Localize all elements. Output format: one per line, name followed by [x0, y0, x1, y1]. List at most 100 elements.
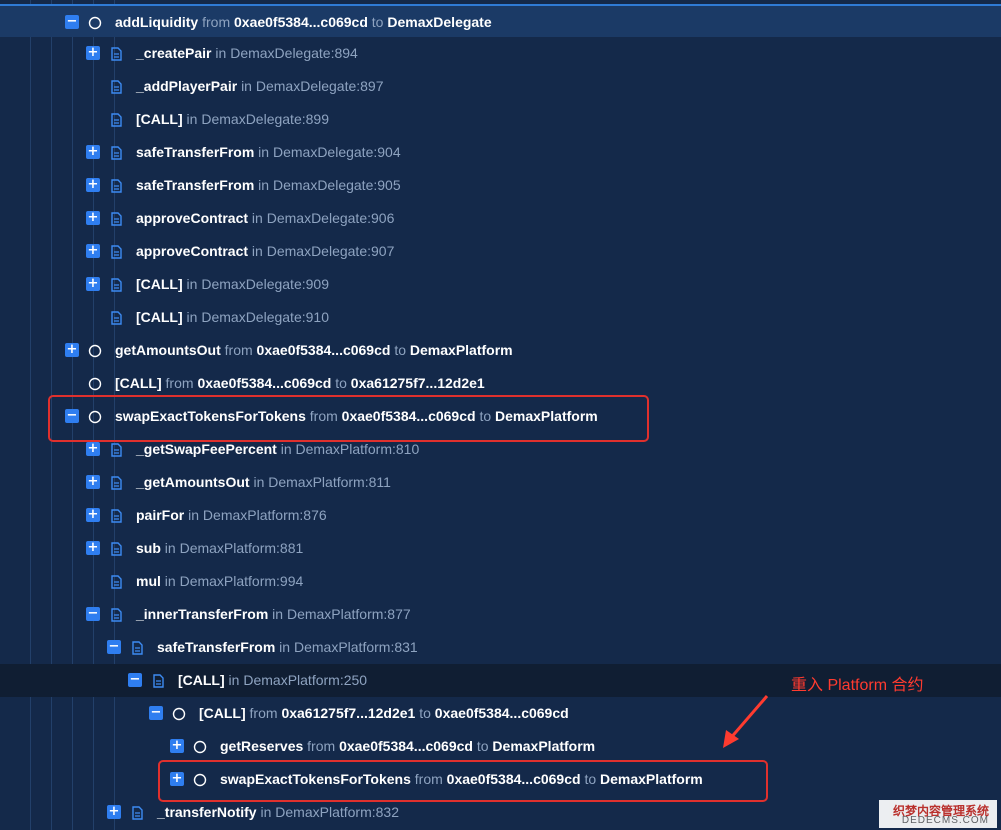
trace-row[interactable]: + pairFor in DemaxPlatform:876	[0, 499, 1001, 532]
trace-row[interactable]: − _innerTransferFrom in DemaxPlatform:87…	[0, 598, 1001, 631]
function-name: approveContract	[136, 210, 249, 226]
row-label: _transferNotify in DemaxPlatform:832	[157, 804, 399, 820]
expand-toggle[interactable]: +	[65, 343, 79, 357]
trace-row-addLiquidity[interactable]: − addLiquidity from 0xae0f5384...c069cd …	[0, 4, 1001, 37]
row-label: _getAmountsOut in DemaxPlatform:811	[136, 474, 391, 490]
row-label: approveContract in DemaxDelegate:907	[136, 243, 395, 259]
source-location: DemaxDelegate:894	[230, 45, 358, 61]
function-name: _transferNotify	[157, 804, 257, 820]
row-label: getReserves from 0xae0f5384...c069cd to …	[220, 738, 596, 754]
function-name: _innerTransferFrom	[136, 606, 269, 622]
expand-toggle[interactable]: +	[86, 541, 100, 555]
document-icon	[109, 79, 123, 95]
to-contract: DemaxPlatform	[492, 738, 596, 754]
row-label: pairFor in DemaxPlatform:876	[136, 507, 327, 523]
row-label: mul in DemaxPlatform:994	[136, 573, 304, 589]
trace-row[interactable]: + getAmountsOut from 0xae0f5384...c069cd…	[0, 334, 1001, 367]
document-icon	[109, 442, 123, 458]
source-location: DemaxPlatform:876	[202, 507, 327, 523]
trace-row[interactable]: [CALL] in DemaxDelegate:899	[0, 103, 1001, 136]
collapse-toggle[interactable]: −	[128, 673, 142, 687]
trace-row[interactable]: + sub in DemaxPlatform:881	[0, 532, 1001, 565]
trace-row[interactable]: + approveContract in DemaxDelegate:906	[0, 202, 1001, 235]
expand-toggle[interactable]: +	[86, 145, 100, 159]
trace-row[interactable]: + getReserves from 0xae0f5384...c069cd t…	[0, 730, 1001, 763]
row-label: safeTransferFrom in DemaxDelegate:905	[136, 177, 401, 193]
function-name: [CALL]	[136, 309, 183, 325]
trace-row[interactable]: mul in DemaxPlatform:994	[0, 565, 1001, 598]
annotation-text: 重入 Platform 合约	[791, 677, 924, 694]
function-name: [CALL]	[115, 375, 162, 391]
row-label: [CALL] in DemaxDelegate:899	[136, 111, 329, 127]
from-address: 0xa61275f7...12d2e1	[281, 705, 416, 721]
function-name: safeTransferFrom	[136, 177, 255, 193]
row-label: safeTransferFrom in DemaxPlatform:831	[157, 639, 418, 655]
trace-row[interactable]: + _getAmountsOut in DemaxPlatform:811	[0, 466, 1001, 499]
trace-row[interactable]: _addPlayerPair in DemaxDelegate:897	[0, 70, 1001, 103]
document-icon	[109, 310, 123, 326]
source-location: DemaxPlatform:250	[243, 672, 368, 688]
trace-row[interactable]: + safeTransferFrom in DemaxDelegate:904	[0, 136, 1001, 169]
circle-icon	[88, 376, 102, 392]
source-location: DemaxPlatform:832	[275, 804, 399, 820]
source-location: DemaxDelegate:905	[272, 177, 401, 193]
circle-icon	[172, 706, 186, 722]
row-label: addLiquidity from 0xae0f5384...c069cd to…	[115, 14, 492, 30]
expand-toggle[interactable]: +	[86, 211, 100, 225]
source-location: DemaxDelegate:910	[201, 309, 329, 325]
row-label: [CALL] in DemaxPlatform:250	[178, 672, 368, 688]
document-icon	[109, 46, 123, 62]
source-location: DemaxDelegate:899	[201, 111, 329, 127]
expand-toggle[interactable]: +	[86, 508, 100, 522]
expand-toggle[interactable]: +	[86, 178, 100, 192]
trace-row[interactable]: + approveContract in DemaxDelegate:907	[0, 235, 1001, 268]
document-icon	[130, 805, 144, 821]
collapse-toggle[interactable]: −	[86, 607, 100, 621]
document-icon	[109, 112, 123, 128]
source-location: DemaxPlatform:881	[179, 540, 304, 556]
source-location: DemaxDelegate:909	[201, 276, 329, 292]
expand-toggle[interactable]: +	[86, 46, 100, 60]
document-icon	[109, 607, 123, 623]
function-name: getAmountsOut	[115, 342, 221, 358]
row-label: [CALL] in DemaxDelegate:910	[136, 309, 329, 325]
function-name: approveContract	[136, 243, 249, 259]
source-location: DemaxPlatform:811	[268, 474, 391, 490]
trace-row[interactable]: − [CALL] from 0xa61275f7...12d2e1 to 0xa…	[0, 697, 1001, 730]
document-icon	[109, 475, 123, 491]
row-label: _addPlayerPair in DemaxDelegate:897	[136, 78, 384, 94]
to-address: 0xae0f5384...c069cd	[434, 705, 569, 721]
collapse-toggle[interactable]: −	[149, 706, 163, 720]
expand-toggle[interactable]: +	[86, 244, 100, 258]
trace-row[interactable]: + _createPair in DemaxDelegate:894	[0, 37, 1001, 70]
from-address: 0xae0f5384...c069cd	[256, 342, 391, 358]
document-icon	[109, 211, 123, 227]
function-name: _createPair	[136, 45, 212, 61]
trace-row[interactable]: + safeTransferFrom in DemaxDelegate:905	[0, 169, 1001, 202]
trace-row[interactable]: [CALL] in DemaxDelegate:910	[0, 301, 1001, 334]
row-label: approveContract in DemaxDelegate:906	[136, 210, 395, 226]
collapse-toggle[interactable]: −	[65, 15, 79, 29]
trace-row[interactable]: − safeTransferFrom in DemaxPlatform:831	[0, 631, 1001, 664]
source-location: DemaxDelegate:897	[255, 78, 384, 94]
collapse-toggle[interactable]: −	[107, 640, 121, 654]
document-icon	[130, 640, 144, 656]
expand-toggle[interactable]: +	[86, 277, 100, 291]
expand-toggle[interactable]: +	[170, 739, 184, 753]
function-name: _getSwapFeePercent	[136, 441, 277, 457]
circle-icon	[88, 15, 102, 31]
trace-row[interactable]: + [CALL] in DemaxDelegate:909	[0, 268, 1001, 301]
expand-toggle[interactable]: +	[86, 475, 100, 489]
function-name: [CALL]	[199, 705, 246, 721]
expand-toggle[interactable]: +	[107, 805, 121, 819]
function-name: _getAmountsOut	[136, 474, 250, 490]
source-location: DemaxDelegate:906	[266, 210, 395, 226]
to-contract: DemaxDelegate	[387, 14, 492, 30]
expand-toggle[interactable]: +	[86, 442, 100, 456]
source-location: DemaxDelegate:907	[266, 243, 395, 259]
function-name: [CALL]	[136, 111, 183, 127]
row-label: sub in DemaxPlatform:881	[136, 540, 304, 556]
to-contract: DemaxPlatform	[409, 342, 513, 358]
to-address: 0xa61275f7...12d2e1	[350, 375, 485, 391]
function-name: safeTransferFrom	[136, 144, 255, 160]
